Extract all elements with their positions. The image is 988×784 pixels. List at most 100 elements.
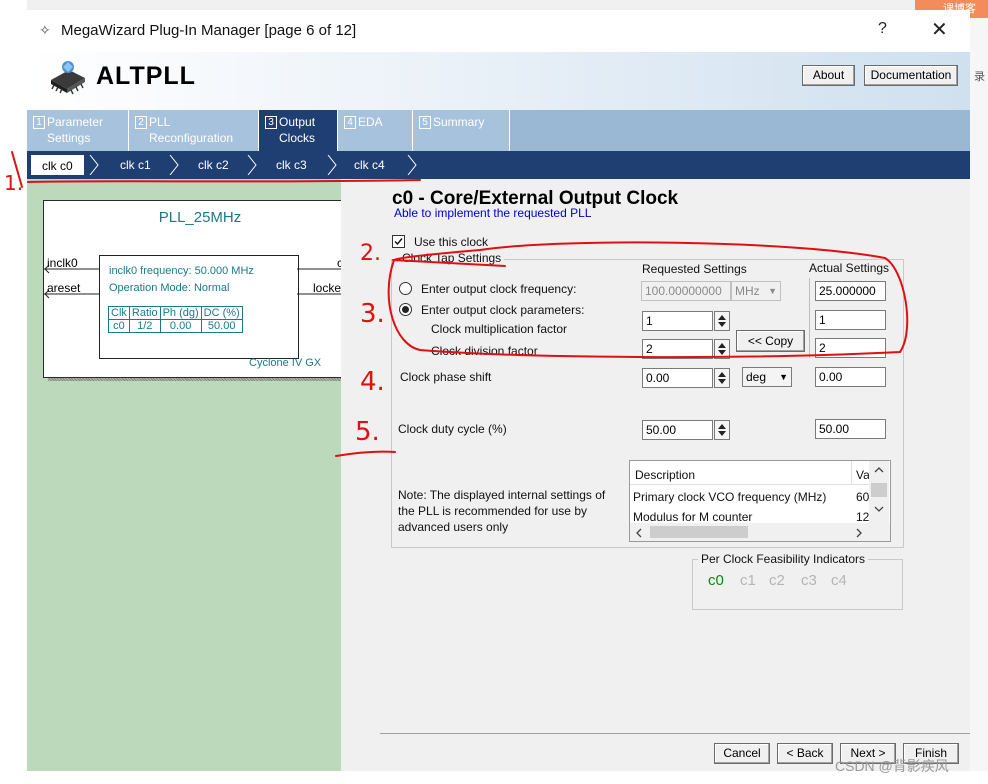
spin-down-icon: [718, 350, 726, 355]
output-frequency-label: Enter output clock frequency:: [421, 282, 577, 296]
spin-down-icon: [718, 379, 726, 384]
multiplication-factor-spinner[interactable]: [714, 311, 730, 331]
multiplication-factor-label: Clock multiplication factor: [431, 322, 568, 336]
frequency-unit-select[interactable]: MHz ▼: [731, 281, 781, 301]
signal-lines: [44, 264, 356, 299]
chevron-right-icon: [407, 155, 417, 175]
tab-number: 1: [33, 116, 45, 129]
scroll-thumb[interactable]: [871, 483, 887, 497]
chevron-right-icon: [247, 155, 257, 175]
advanced-note: Note: The displayed internal settings of…: [398, 488, 606, 534]
actual-duty-field[interactable]: 50.00: [815, 419, 886, 439]
tab-number: 4: [344, 116, 356, 129]
chevron-down-icon: ▼: [768, 286, 777, 296]
output-frequency-field[interactable]: 100.00000000: [641, 281, 731, 301]
footer-divider: [380, 733, 970, 734]
tab-number: 3: [265, 116, 277, 129]
tab-clk-c3[interactable]: clk c3: [276, 155, 307, 175]
duty-cycle-label: Clock duty cycle (%): [398, 422, 507, 436]
checkmark-icon: [394, 238, 403, 246]
pll-block-diagram: PLL_25MHz inclk0 frequency: 50.000 MHz O…: [43, 200, 357, 378]
cancel-button[interactable]: Cancel: [714, 743, 770, 764]
tab-label: Output Clocks: [279, 115, 316, 145]
phase-shift-spinner[interactable]: [714, 368, 730, 388]
feasibility-c0: c0: [708, 572, 724, 589]
tab-clk-c1[interactable]: clk c1: [120, 155, 151, 175]
spin-up-icon: [718, 343, 726, 348]
actual-frequency-field[interactable]: 25.000000: [815, 281, 886, 301]
page-right-margin: [970, 0, 988, 784]
division-factor-field[interactable]: 2: [642, 339, 713, 359]
output-parameters-radio[interactable]: [399, 303, 412, 316]
tab-clk-c4[interactable]: clk c4: [354, 155, 385, 175]
use-this-clock-checkbox[interactable]: [392, 235, 405, 248]
phase-shift-field[interactable]: 0.00: [642, 368, 713, 388]
phase-unit-select[interactable]: deg ▼: [742, 367, 792, 387]
chevron-down-icon: ▼: [779, 372, 788, 382]
table-row-desc: Modulus for M counter: [633, 510, 753, 524]
altpll-title: ALTPLL: [96, 62, 196, 90]
tab-label: Parameter Settings: [47, 115, 104, 145]
column-divider: [851, 461, 852, 484]
wizard-page-tabs: 1 Parameter Settings 2 PLL Reconfiguration…: [27, 110, 970, 151]
output-parameters-label: Enter output clock parameters:: [421, 303, 585, 317]
spin-up-icon: [718, 424, 726, 429]
tab-label: EDA: [358, 115, 383, 129]
duty-cycle-spinner[interactable]: [714, 420, 730, 440]
division-factor-label: Clock division factor: [431, 344, 538, 358]
wand-icon: ✧: [39, 22, 51, 38]
close-button[interactable]: ✕: [931, 17, 948, 42]
column-header-description[interactable]: Description: [635, 468, 695, 482]
output-frequency-radio[interactable]: [399, 282, 412, 295]
spin-up-icon: [718, 372, 726, 377]
feasibility-label: Per Clock Feasibility Indicators: [698, 552, 869, 566]
column-header-value[interactable]: Va: [856, 468, 870, 482]
input-areset: areset: [47, 281, 81, 295]
copy-button[interactable]: << Copy: [736, 330, 805, 352]
feasibility-c1: c1: [740, 572, 756, 589]
help-button[interactable]: ?: [878, 20, 887, 38]
use-this-clock-label: Use this clock: [414, 235, 489, 249]
division-factor-spinner[interactable]: [714, 339, 730, 359]
table-header-row: Description Va: [630, 461, 870, 485]
duty-cycle-field[interactable]: 50.00: [642, 420, 713, 440]
tab-eda[interactable]: 4 EDA: [338, 110, 413, 151]
multiplication-factor-field[interactable]: 1: [642, 311, 713, 331]
scroll-up-icon[interactable]: [874, 466, 884, 474]
tab-clk-c2[interactable]: clk c2: [198, 155, 229, 175]
actual-multiplication-field[interactable]: 1: [815, 310, 886, 330]
tab-pll-reconfiguration[interactable]: 2 PLL Reconfiguration: [129, 110, 259, 151]
window-titlebar: ✧ MegaWizard Plug-In Manager [page 6 of …: [27, 10, 970, 52]
chevron-right-icon: [327, 155, 337, 175]
page-left-margin: [0, 0, 27, 784]
table-row-value: 12: [856, 510, 870, 524]
feasibility-c4: c4: [831, 572, 847, 589]
watermark: CSDN @背影疾风: [835, 758, 949, 774]
input-inclk0: inclk0: [47, 256, 78, 270]
clock-tap-settings-label: Clock Tap Settings: [399, 251, 505, 265]
feasibility-status: Able to implement the requested PLL: [394, 206, 592, 220]
tab-parameter-settings[interactable]: 1 Parameter Settings: [27, 110, 129, 151]
tab-label: Summary: [433, 115, 485, 129]
actual-division-field[interactable]: 2: [815, 338, 886, 358]
scroll-thumb[interactable]: [650, 526, 748, 538]
requested-settings-header: Requested Settings: [642, 262, 747, 276]
vertical-scrollbar[interactable]: [869, 461, 889, 523]
spin-up-icon: [718, 315, 726, 320]
actual-phase-field[interactable]: 0.00: [815, 367, 886, 387]
internal-settings-table[interactable]: Description Va Primary clock VCO frequen…: [629, 460, 891, 542]
scroll-down-icon[interactable]: [874, 505, 884, 513]
scroll-right-icon[interactable]: [855, 528, 863, 538]
spin-down-icon: [718, 431, 726, 436]
scroll-left-icon[interactable]: [635, 528, 643, 538]
tab-output-clocks[interactable]: 3 Output Clocks: [259, 110, 338, 151]
about-button[interactable]: About: [802, 65, 855, 86]
window-title: MegaWizard Plug-In Manager [page 6 of 12…: [61, 22, 357, 39]
horizontal-scrollbar[interactable]: [630, 523, 890, 541]
tab-summary[interactable]: 5 Summary: [413, 110, 510, 151]
documentation-button[interactable]: Documentation: [864, 65, 958, 86]
back-button[interactable]: < Back: [777, 743, 833, 764]
tab-number: 5: [419, 116, 431, 129]
tab-clk-c0[interactable]: clk c0: [31, 155, 84, 175]
tab-label: PLL Reconfiguration: [149, 115, 234, 145]
